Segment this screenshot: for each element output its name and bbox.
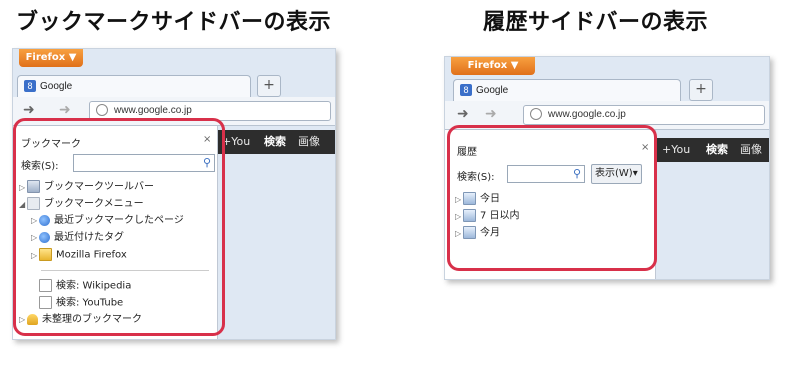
firefox-menu-button[interactable]: Firefox ▼ — [19, 49, 83, 67]
back-arrow-icon[interactable]: ➜ — [457, 106, 469, 122]
url-text: www.google.co.jp — [114, 105, 192, 116]
new-tab-button[interactable]: + — [689, 79, 713, 101]
google-page-bar: +You 検索 画像 — [218, 130, 335, 154]
left-highlight-frame — [13, 118, 225, 336]
tab-title: Google — [40, 81, 73, 92]
globe-icon — [530, 108, 542, 121]
forward-arrow-icon[interactable]: ➜ — [485, 106, 497, 122]
left-caption: ブックマークサイドバーの表示 — [16, 10, 332, 35]
tab-title: Google — [476, 85, 509, 96]
google-favicon-icon: 8 — [24, 80, 36, 93]
page-link-images[interactable]: 画像 — [740, 138, 762, 162]
right-caption: 履歴サイドバーの表示 — [483, 10, 709, 35]
page-link-images[interactable]: 画像 — [298, 130, 320, 154]
back-arrow-icon[interactable]: ➜ — [23, 102, 35, 118]
page-link-plus-you[interactable]: +You — [222, 130, 250, 154]
page-link-plus-you[interactable]: +You — [662, 138, 690, 162]
globe-icon — [96, 104, 108, 117]
tab-google[interactable]: 8 Google — [453, 79, 681, 102]
url-bar[interactable]: www.google.co.jp — [523, 105, 765, 125]
url-text: www.google.co.jp — [548, 109, 626, 120]
page-link-search[interactable]: 検索 — [264, 130, 286, 154]
right-highlight-frame — [447, 125, 657, 271]
forward-arrow-icon[interactable]: ➜ — [59, 102, 71, 118]
new-tab-button[interactable]: + — [257, 75, 281, 97]
firefox-menu-button[interactable]: Firefox ▼ — [451, 57, 535, 75]
google-favicon-icon: 8 — [460, 84, 472, 97]
google-page-bar: +You 検索 画像 — [656, 138, 769, 162]
page-link-search[interactable]: 検索 — [706, 138, 728, 162]
tab-google[interactable]: 8 Google — [17, 75, 251, 98]
